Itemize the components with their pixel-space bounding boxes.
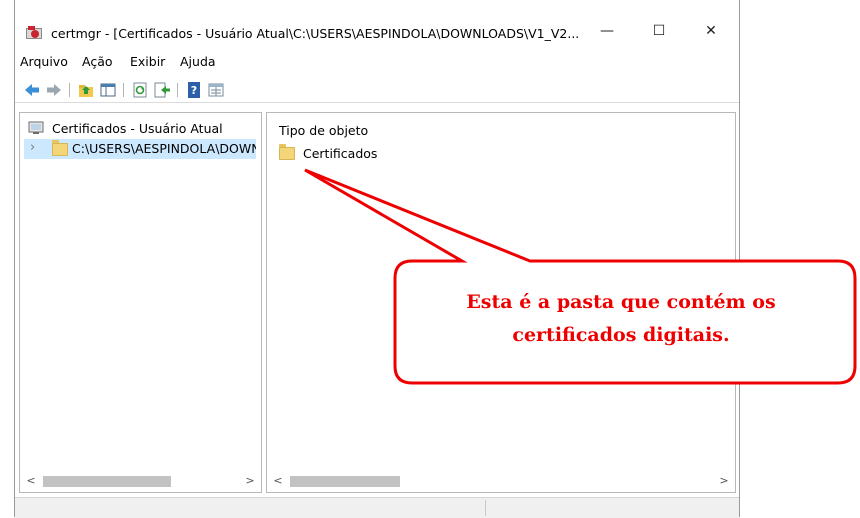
callout-line-2: certificados digitais. bbox=[512, 324, 730, 346]
callout-annotation bbox=[304, 168, 857, 385]
callout-line-1: Esta é a pasta que contém os bbox=[466, 291, 776, 313]
callout-text: Esta é a pasta que contém os certificado… bbox=[400, 286, 842, 352]
